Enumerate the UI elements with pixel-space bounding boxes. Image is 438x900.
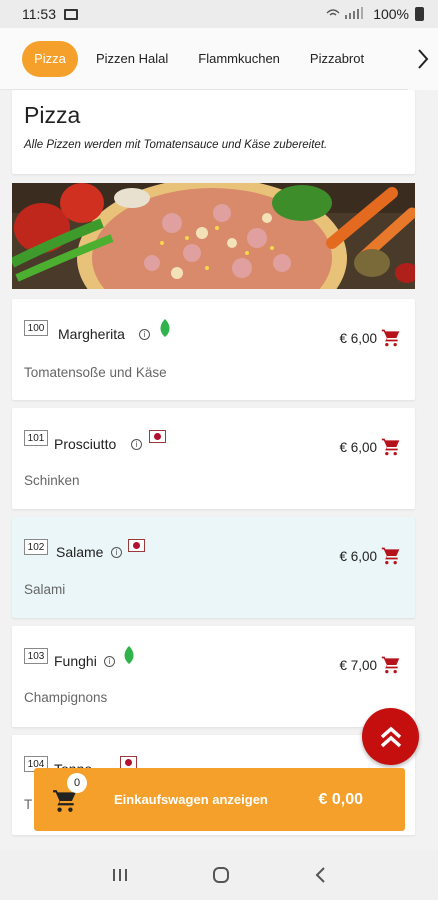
item-name: Prosciutto	[54, 436, 117, 452]
item-description: Champignons	[24, 690, 108, 705]
signal-icon	[325, 6, 369, 22]
item-name: Funghi	[54, 653, 97, 669]
item-name: Margherita	[58, 326, 125, 342]
home-icon[interactable]	[212, 866, 230, 884]
view-cart-button[interactable]: Einkaufswagen anzeigen € 0,00	[34, 768, 405, 831]
item-description: Salami	[24, 582, 66, 597]
menu-item[interactable]: 100 Margherita i € 6,00 Tomatensoße und …	[12, 299, 415, 400]
info-icon[interactable]: i	[104, 656, 115, 667]
item-number: 102	[24, 539, 48, 555]
info-icon[interactable]: i	[131, 439, 142, 450]
status-right: 100%	[325, 6, 424, 22]
item-name: Salame	[56, 544, 104, 560]
add-to-cart-icon[interactable]	[381, 437, 401, 457]
tab-pizza[interactable]: Pizza	[22, 40, 78, 77]
item-description: Tomatensoße und Käse	[24, 365, 167, 380]
view-cart-label: Einkaufswagen anzeigen	[114, 792, 268, 807]
cart-count-badge: 0	[67, 773, 87, 793]
double-chevron-up-icon	[380, 726, 401, 747]
item-description: T	[24, 797, 33, 812]
add-to-cart-icon[interactable]	[381, 328, 401, 348]
add-to-cart-icon[interactable]	[381, 546, 401, 566]
leaf-icon	[160, 319, 170, 337]
menu-item[interactable]: 101 Prosciutto i € 6,00 Schinken	[12, 408, 415, 509]
item-price: € 6,00	[339, 440, 377, 455]
chevron-right-icon[interactable]	[408, 28, 438, 90]
info-icon[interactable]: i	[139, 329, 150, 340]
page-title: Pizza	[24, 102, 81, 128]
item-number: 100	[24, 320, 48, 336]
category-banner-image	[12, 183, 415, 289]
leaf-icon	[124, 646, 134, 664]
category-subtitle: Alle Pizzen werden mit Tomatensauce und …	[24, 139, 328, 151]
flag-icon	[149, 430, 166, 443]
system-nav-bar	[0, 850, 438, 900]
category-tabs: Pizza Pizzen Halal Flammkuchen Pizzabrot	[0, 28, 438, 90]
cart-total: € 0,00	[318, 790, 363, 808]
add-to-cart-icon[interactable]	[381, 655, 401, 675]
tab-pizzen-halal[interactable]: Pizzen Halal	[96, 51, 168, 66]
item-price: € 6,00	[339, 331, 377, 346]
tab-flammkuchen[interactable]: Flammkuchen	[198, 51, 280, 66]
item-price: € 7,00	[339, 658, 377, 673]
status-bar: 11:53 100%	[0, 0, 438, 28]
category-header: Pizza Alle Pizzen werden mit Tomatensauc…	[12, 90, 415, 174]
battery-percent: 100%	[373, 6, 409, 22]
item-number: 101	[24, 430, 48, 446]
back-icon[interactable]	[313, 866, 327, 884]
gallery-notification-icon	[64, 8, 78, 20]
item-price: € 6,00	[339, 549, 377, 564]
recent-apps-icon[interactable]	[111, 867, 129, 883]
tab-pizzabrot[interactable]: Pizzabrot	[310, 51, 364, 66]
menu-item[interactable]: 103 Funghi i € 7,00 Champignons	[12, 626, 415, 727]
menu-item[interactable]: 102 Salame i € 6,00 Salami	[12, 517, 415, 618]
info-icon[interactable]: i	[111, 547, 122, 558]
scroll-to-top-button[interactable]	[362, 708, 419, 765]
status-time: 11:53	[22, 6, 56, 22]
item-description: Schinken	[24, 473, 80, 488]
flag-icon	[128, 539, 145, 552]
battery-icon	[415, 7, 424, 21]
item-number: 103	[24, 648, 48, 664]
